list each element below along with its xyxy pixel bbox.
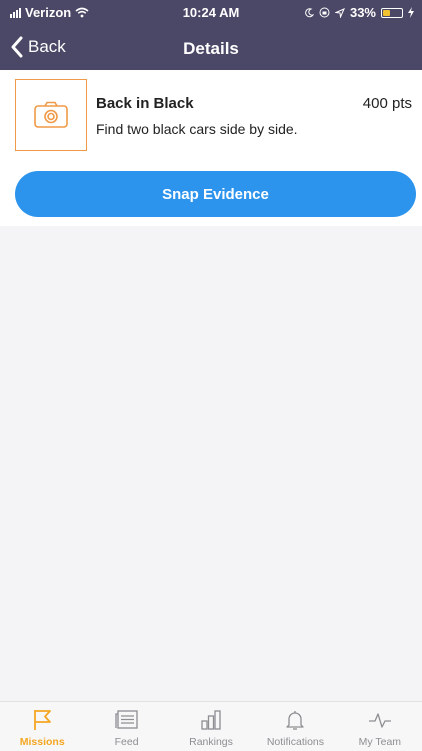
content-area bbox=[0, 226, 422, 701]
tab-my-team-label: My Team bbox=[358, 736, 402, 748]
tab-missions-label: Missions bbox=[19, 736, 65, 748]
orientation-lock-icon bbox=[319, 7, 330, 18]
tab-feed-label: Feed bbox=[114, 736, 139, 748]
tab-feed[interactable]: Feed bbox=[84, 702, 168, 751]
tab-notifications-label: Notifications bbox=[266, 736, 325, 748]
mission-description: Find two black cars side by side. bbox=[96, 121, 298, 137]
snap-evidence-button[interactable]: Snap Evidence bbox=[15, 171, 416, 217]
tab-rankings[interactable]: Rankings bbox=[169, 702, 253, 751]
battery-icon bbox=[381, 7, 403, 18]
rankings-icon bbox=[201, 710, 221, 730]
evidence-thumbnail bbox=[15, 79, 87, 151]
page-title: Details bbox=[183, 39, 239, 58]
pulse-icon bbox=[368, 713, 391, 728]
moon-icon bbox=[305, 7, 314, 17]
top-bar: Verizon 10:24 AM 33% Back Details bbox=[0, 0, 422, 70]
mission-card: Back in Black 400 pts Find two black car… bbox=[0, 70, 422, 226]
status-right: 33% bbox=[304, 5, 414, 20]
flag-icon bbox=[34, 710, 52, 730]
tab-bar: Missions Feed Rankings Notifications My … bbox=[0, 701, 422, 751]
battery-percent: 33% bbox=[349, 5, 376, 20]
location-icon bbox=[334, 7, 345, 18]
tab-my-team[interactable]: My Team bbox=[338, 702, 422, 751]
tab-notifications[interactable]: Notifications bbox=[253, 702, 337, 751]
feed-icon bbox=[114, 710, 138, 729]
mission-points: 400 pts bbox=[362, 95, 412, 112]
tab-rankings-label: Rankings bbox=[189, 736, 233, 748]
nav-bar: Back Details bbox=[0, 28, 422, 70]
charging-icon bbox=[408, 7, 414, 18]
tab-missions[interactable]: Missions bbox=[0, 702, 84, 751]
mission-title: Back in Black bbox=[96, 95, 194, 112]
bell-icon bbox=[286, 711, 305, 730]
status-bar: Verizon 10:24 AM 33% bbox=[0, 0, 422, 24]
camera-icon bbox=[34, 101, 68, 128]
